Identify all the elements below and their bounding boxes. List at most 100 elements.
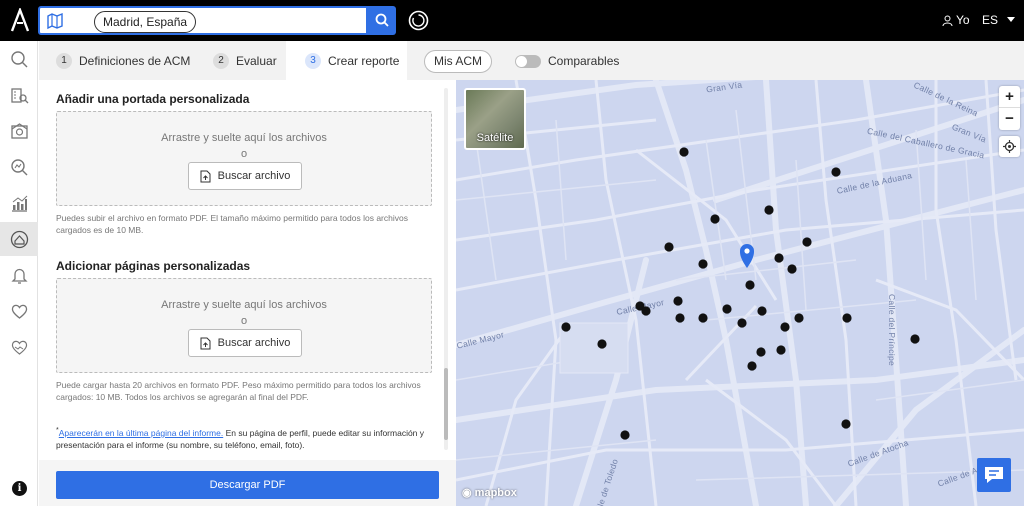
browse-file-label: Buscar archivo xyxy=(217,337,291,349)
sidebar-item-partners[interactable] xyxy=(0,330,38,364)
step-number: 3 xyxy=(305,52,321,69)
heart-icon xyxy=(11,304,27,319)
comparable-marker[interactable] xyxy=(745,280,755,290)
pages-dropzone[interactable]: Arrastre y suelte aquí los archivos o Bu… xyxy=(56,278,432,373)
zoom-in-button[interactable]: + xyxy=(999,86,1020,108)
location-chip[interactable]: Madrid, España xyxy=(94,11,197,33)
mapbox-attribution[interactable]: ◉ mapbox xyxy=(462,486,517,499)
comparable-marker[interactable] xyxy=(737,318,747,328)
comparable-marker[interactable] xyxy=(698,313,708,323)
house-money-icon xyxy=(10,122,28,139)
sidebar-item-search[interactable] xyxy=(0,42,38,76)
step-number: 2 xyxy=(213,52,229,69)
comparable-marker[interactable] xyxy=(710,214,720,224)
tab-evaluar[interactable]: 2 Evaluar xyxy=(213,41,277,80)
dropzone-or: o xyxy=(240,315,248,327)
bell-icon xyxy=(10,268,28,284)
comparable-marker[interactable] xyxy=(664,242,674,252)
comparable-marker[interactable] xyxy=(673,296,683,306)
zoom-out-button[interactable]: − xyxy=(999,108,1020,130)
comparable-marker[interactable] xyxy=(698,259,708,269)
comparable-marker[interactable] xyxy=(841,419,851,429)
comparable-marker[interactable] xyxy=(641,306,651,316)
attribution-text: mapbox xyxy=(474,487,517,499)
satellite-label: Satélite xyxy=(476,132,514,144)
app-logo-icon[interactable] xyxy=(9,8,31,32)
comparable-marker[interactable] xyxy=(794,313,804,323)
sidebar-item-alerts[interactable] xyxy=(0,258,38,292)
comparable-marker[interactable] xyxy=(756,347,766,357)
comparable-marker[interactable] xyxy=(620,430,630,440)
locate-button[interactable] xyxy=(999,136,1020,157)
comparable-marker[interactable] xyxy=(747,361,757,371)
tab-definiciones[interactable]: 1 Definiciones de ACM xyxy=(56,41,190,80)
tab-label: Evaluar xyxy=(236,53,277,68)
magnifier-chart-icon xyxy=(10,158,27,175)
download-pdf-button[interactable]: Descargar PDF xyxy=(56,471,439,499)
comparable-marker[interactable] xyxy=(679,147,689,157)
search-icon xyxy=(375,13,389,27)
pages-help-text: Puede cargar hasta 20 archivos en format… xyxy=(56,380,421,402)
comparables-label: Comparables xyxy=(548,54,620,68)
comparable-marker[interactable] xyxy=(910,334,920,344)
user-menu[interactable]: Yo xyxy=(942,13,970,27)
comparable-marker[interactable] xyxy=(774,253,784,263)
chat-icon xyxy=(985,467,1003,483)
info-icon[interactable]: i xyxy=(12,481,27,496)
browse-file-button[interactable]: Buscar archivo xyxy=(188,329,302,357)
panel-scrollbar[interactable] xyxy=(444,88,448,450)
cover-section-title: Añadir una portada personalizada xyxy=(56,92,250,106)
comparables-layer xyxy=(561,147,920,440)
refresh-icon[interactable] xyxy=(408,10,429,31)
last-page-link[interactable]: Aparecerán en la última página del infor… xyxy=(59,428,223,438)
comparable-marker[interactable] xyxy=(722,304,732,314)
sidebar-item-acm[interactable] xyxy=(0,222,38,256)
scrollbar-thumb[interactable] xyxy=(444,368,448,440)
language-selector[interactable]: ES xyxy=(982,13,1016,27)
comparable-marker[interactable] xyxy=(787,264,797,274)
sidebar-item-market-search[interactable] xyxy=(0,150,38,184)
chat-button[interactable] xyxy=(977,458,1011,492)
comparable-marker[interactable] xyxy=(764,205,774,215)
satellite-toggle[interactable]: Satélite xyxy=(464,88,526,150)
mis-acm-button[interactable]: Mis ACM xyxy=(424,50,492,73)
pages-section-title: Adicionar páginas personalizadas xyxy=(56,259,251,273)
cover-help-text: Puedes subir el archivo en formato PDF. … xyxy=(56,213,408,235)
browse-file-label: Buscar archivo xyxy=(217,170,291,182)
comparable-marker[interactable] xyxy=(597,339,607,349)
zoom-control: + − xyxy=(999,86,1020,130)
comparable-marker[interactable] xyxy=(757,306,767,316)
mapbox-logo-icon: ◉ xyxy=(462,487,472,499)
bar-chart-icon xyxy=(11,195,27,212)
comparable-marker[interactable] xyxy=(780,322,790,332)
comparable-marker[interactable] xyxy=(776,345,786,355)
comparable-marker[interactable] xyxy=(842,313,852,323)
step-number: 1 xyxy=(56,52,72,69)
map-view[interactable]: Gran Vía Calle de la Reina Gran Vía Call… xyxy=(456,80,1024,506)
comparable-marker[interactable] xyxy=(675,313,685,323)
house-target-icon xyxy=(10,230,28,248)
pin-center xyxy=(744,248,750,254)
comparable-marker[interactable] xyxy=(561,322,571,332)
user-icon xyxy=(942,15,953,27)
dropzone-or: o xyxy=(240,148,248,160)
comparable-marker[interactable] xyxy=(831,167,841,177)
user-label: Yo xyxy=(956,13,970,27)
comparable-marker[interactable] xyxy=(802,237,812,247)
subject-location-pin-icon[interactable] xyxy=(740,244,754,268)
cover-dropzone[interactable]: Arrastre y suelte aquí los archivos o Bu… xyxy=(56,111,432,206)
language-label: ES xyxy=(982,13,999,27)
sidebar-item-building-search[interactable] xyxy=(0,78,38,112)
sidebar-item-valuation[interactable] xyxy=(0,114,38,148)
upload-file-icon xyxy=(200,337,211,349)
tab-label: Definiciones de ACM xyxy=(79,53,191,68)
comparables-toggle[interactable] xyxy=(515,55,541,68)
map-icon[interactable] xyxy=(46,12,64,30)
sidebar-item-analytics[interactable] xyxy=(0,186,38,220)
tab-crear-reporte[interactable]: 3 Crear reporte xyxy=(286,41,407,80)
sidebar-item-favorites[interactable] xyxy=(0,294,38,328)
search-button[interactable] xyxy=(368,6,396,35)
location-search-box[interactable]: Madrid, España xyxy=(38,6,368,35)
browse-file-button[interactable]: Buscar archivo xyxy=(188,162,302,190)
upload-file-icon xyxy=(200,170,211,182)
